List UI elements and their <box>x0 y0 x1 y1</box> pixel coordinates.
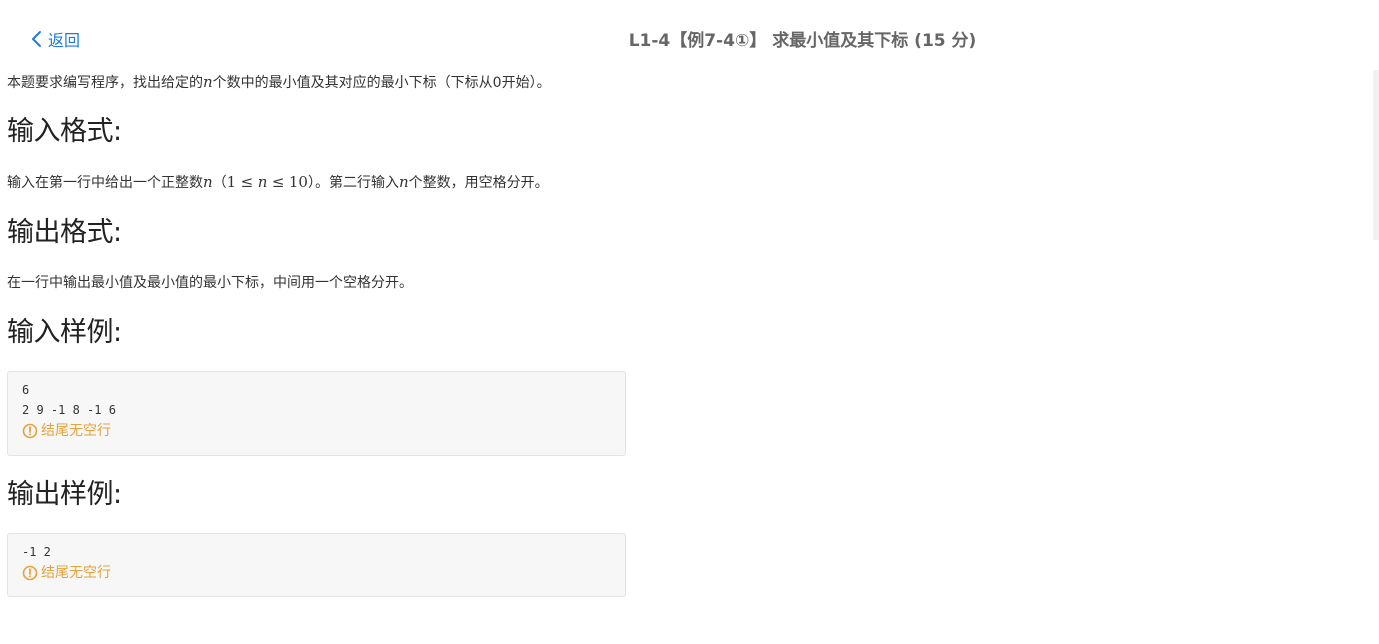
problem-description: 本题要求编写程序，找出给定的n个数中的最小值及其对应的最小下标（下标从0开始）。 <box>7 71 551 94</box>
math-var-n: n <box>203 73 213 91</box>
header: 返回 L1-4【例7-4①】 求最小值及其下标 (15 分) <box>0 0 1379 70</box>
math-le-symbol: ≤ <box>240 173 254 191</box>
input-format-heading: 输入格式: <box>7 116 122 147</box>
math-range-one: 1 <box>226 173 237 191</box>
scrollbar[interactable] <box>1373 70 1379 240</box>
math-close-paren: ） <box>307 175 315 191</box>
input-format-part2: 。第二行输入 <box>314 175 399 191</box>
sample-output-box[interactable]: -1 2 结尾无空行 <box>7 533 626 597</box>
warning-circle-icon <box>22 423 38 439</box>
output-format-text: 在一行中输出最小值及最小值的最小下标，中间用一个空格分开。 <box>7 275 413 291</box>
input-format-text: 输入在第一行中给出一个正整数n（1 ≤ n ≤ 10）。第二行输入n个整数，用空… <box>7 171 549 194</box>
sample-input-line: 6 <box>22 383 30 397</box>
sample-input-box[interactable]: 6 2 9 -1 8 -1 6 结尾无空行 <box>7 371 626 456</box>
sample-input-line: 2 9 -1 8 -1 6 <box>22 403 116 417</box>
page-title: L1-4【例7-4①】 求最小值及其下标 (15 分) <box>628 31 977 51</box>
trailing-newline-label: 结尾无空行 <box>41 565 111 581</box>
sample-output-heading: 输出样例: <box>7 479 122 510</box>
description-suffix: 个数中的最小值及其对应的最小下标（下标从0开始）。 <box>212 75 551 91</box>
trailing-newline-note: 结尾无空行 <box>22 562 611 584</box>
math-range-n: n <box>257 173 268 191</box>
trailing-newline-note: 结尾无空行 <box>22 420 611 442</box>
description-prefix: 本题要求编写程序，找出给定的 <box>7 75 203 91</box>
input-format-part1: 输入在第一行中给出一个正整数 <box>7 175 203 191</box>
sample-output-line: -1 2 <box>22 545 51 559</box>
input-format-part3: 个整数，用空格分开。 <box>408 175 549 191</box>
math-var-n: n <box>203 173 213 191</box>
sample-input-heading: 输入样例: <box>7 317 122 348</box>
math-range-ten: 10 <box>288 173 308 191</box>
math-le-symbol: ≤ <box>271 173 285 191</box>
trailing-newline-label: 结尾无空行 <box>41 423 111 439</box>
math-open-paren: （ <box>212 175 227 191</box>
output-format-heading: 输出格式: <box>7 217 122 248</box>
warning-circle-icon <box>22 565 38 581</box>
math-var-n: n <box>398 173 409 191</box>
